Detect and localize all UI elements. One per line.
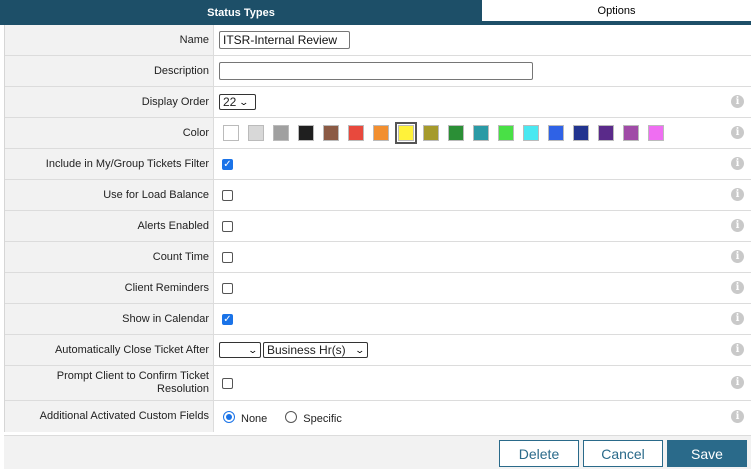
auto-close-unit-select[interactable]: Business Hr(s) ⌄ [263, 342, 368, 358]
color-swatch[interactable] [623, 125, 639, 141]
custom-fields-label: Additional Activated Custom Fields [5, 401, 214, 432]
include-filter-checkbox[interactable]: ✓ [222, 158, 233, 170]
row-show-calendar: Show in Calendar ✓ i [5, 304, 751, 335]
info-icon[interactable]: i [731, 281, 744, 294]
color-swatch[interactable] [423, 125, 439, 141]
client-reminders-label: Client Reminders [5, 273, 214, 303]
row-count-time: Count Time i [5, 242, 751, 273]
description-input[interactable] [219, 62, 533, 80]
color-swatch[interactable] [323, 125, 339, 141]
color-swatch[interactable] [498, 125, 514, 141]
color-swatch[interactable] [373, 125, 389, 141]
color-swatch[interactable] [523, 125, 539, 141]
color-swatch[interactable] [448, 125, 464, 141]
row-client-reminders: Client Reminders i [5, 273, 751, 304]
load-balance-checkbox[interactable] [222, 189, 233, 201]
load-balance-label: Use for Load Balance [5, 180, 214, 210]
include-filter-label: Include in My/Group Tickets Filter [5, 149, 214, 179]
color-swatch[interactable] [573, 125, 589, 141]
status-type-form: Name Description Display Order 22 ⌄ i Co… [4, 25, 751, 432]
row-prompt-client: Prompt Client to Confirm Ticket Resoluti… [5, 366, 751, 401]
color-swatch[interactable] [548, 125, 564, 141]
color-label: Color [5, 118, 214, 148]
color-swatch[interactable] [298, 125, 314, 141]
color-swatch[interactable] [648, 125, 664, 141]
info-icon[interactable]: i [731, 312, 744, 325]
color-swatch[interactable] [395, 122, 417, 144]
tab-options[interactable]: Options [482, 0, 751, 25]
info-icon[interactable]: i [731, 376, 744, 389]
row-custom-fields: Additional Activated Custom Fields None … [5, 401, 751, 432]
description-label: Description [5, 56, 214, 86]
name-label: Name [5, 25, 214, 55]
auto-close-unit-value: Business Hr(s) [267, 343, 346, 357]
auto-close-label: Automatically Close Ticket After [5, 335, 214, 365]
prompt-client-label: Prompt Client to Confirm Ticket Resoluti… [5, 366, 214, 400]
tab-status-types[interactable]: Status Types [0, 0, 482, 25]
row-auto-close: Automatically Close Ticket After ⌄ Busin… [5, 335, 751, 366]
info-icon[interactable]: i [731, 95, 744, 108]
custom-fields-specific-label: Specific [303, 412, 342, 425]
chevron-down-icon: ⌄ [247, 344, 259, 355]
delete-button[interactable]: Delete [499, 440, 579, 467]
save-button[interactable]: Save [667, 440, 747, 467]
alerts-enabled-checkbox[interactable] [222, 220, 233, 232]
row-description: Description [5, 56, 751, 87]
color-swatch[interactable] [598, 125, 614, 141]
show-calendar-checkbox[interactable]: ✓ [222, 313, 233, 325]
color-swatch[interactable] [273, 125, 289, 141]
row-display-order: Display Order 22 ⌄ i [5, 87, 751, 118]
custom-fields-none-label: None [241, 412, 268, 425]
prompt-client-checkbox[interactable] [222, 377, 233, 389]
display-order-label: Display Order [5, 87, 214, 117]
color-swatch[interactable] [473, 125, 489, 141]
count-time-checkbox[interactable] [222, 251, 233, 263]
info-icon[interactable]: i [731, 126, 744, 139]
form-footer: Delete Cancel Save [4, 435, 751, 469]
show-calendar-label: Show in Calendar [5, 304, 214, 334]
custom-fields-specific-radio[interactable] [285, 410, 298, 423]
row-alerts-enabled: Alerts Enabled i [5, 211, 751, 242]
color-swatch[interactable] [223, 125, 239, 141]
tab-bar: Status Types Options [0, 0, 751, 25]
color-swatch[interactable] [248, 125, 264, 141]
custom-fields-none-radio[interactable] [223, 410, 235, 423]
info-icon[interactable]: i [731, 188, 744, 201]
alerts-enabled-label: Alerts Enabled [5, 211, 214, 241]
display-order-select[interactable]: 22 ⌄ [219, 94, 256, 110]
client-reminders-checkbox[interactable] [222, 282, 233, 294]
info-icon[interactable]: i [731, 250, 744, 263]
count-time-label: Count Time [5, 242, 214, 272]
row-color: Color i [5, 118, 751, 149]
chevron-down-icon: ⌄ [238, 96, 250, 107]
name-input[interactable] [219, 31, 350, 49]
info-icon[interactable]: i [731, 219, 744, 232]
color-swatch[interactable] [348, 125, 364, 141]
row-load-balance: Use for Load Balance i [5, 180, 751, 211]
row-include-filter: Include in My/Group Tickets Filter ✓ i [5, 149, 751, 180]
display-order-value: 22 [223, 95, 237, 109]
chevron-down-icon: ⌄ [354, 344, 366, 355]
info-icon[interactable]: i [731, 343, 744, 356]
info-icon[interactable]: i [731, 157, 744, 170]
row-name: Name [5, 25, 751, 56]
cancel-button[interactable]: Cancel [583, 440, 663, 467]
auto-close-amount-select[interactable]: ⌄ [219, 342, 261, 358]
info-icon[interactable]: i [731, 409, 744, 423]
